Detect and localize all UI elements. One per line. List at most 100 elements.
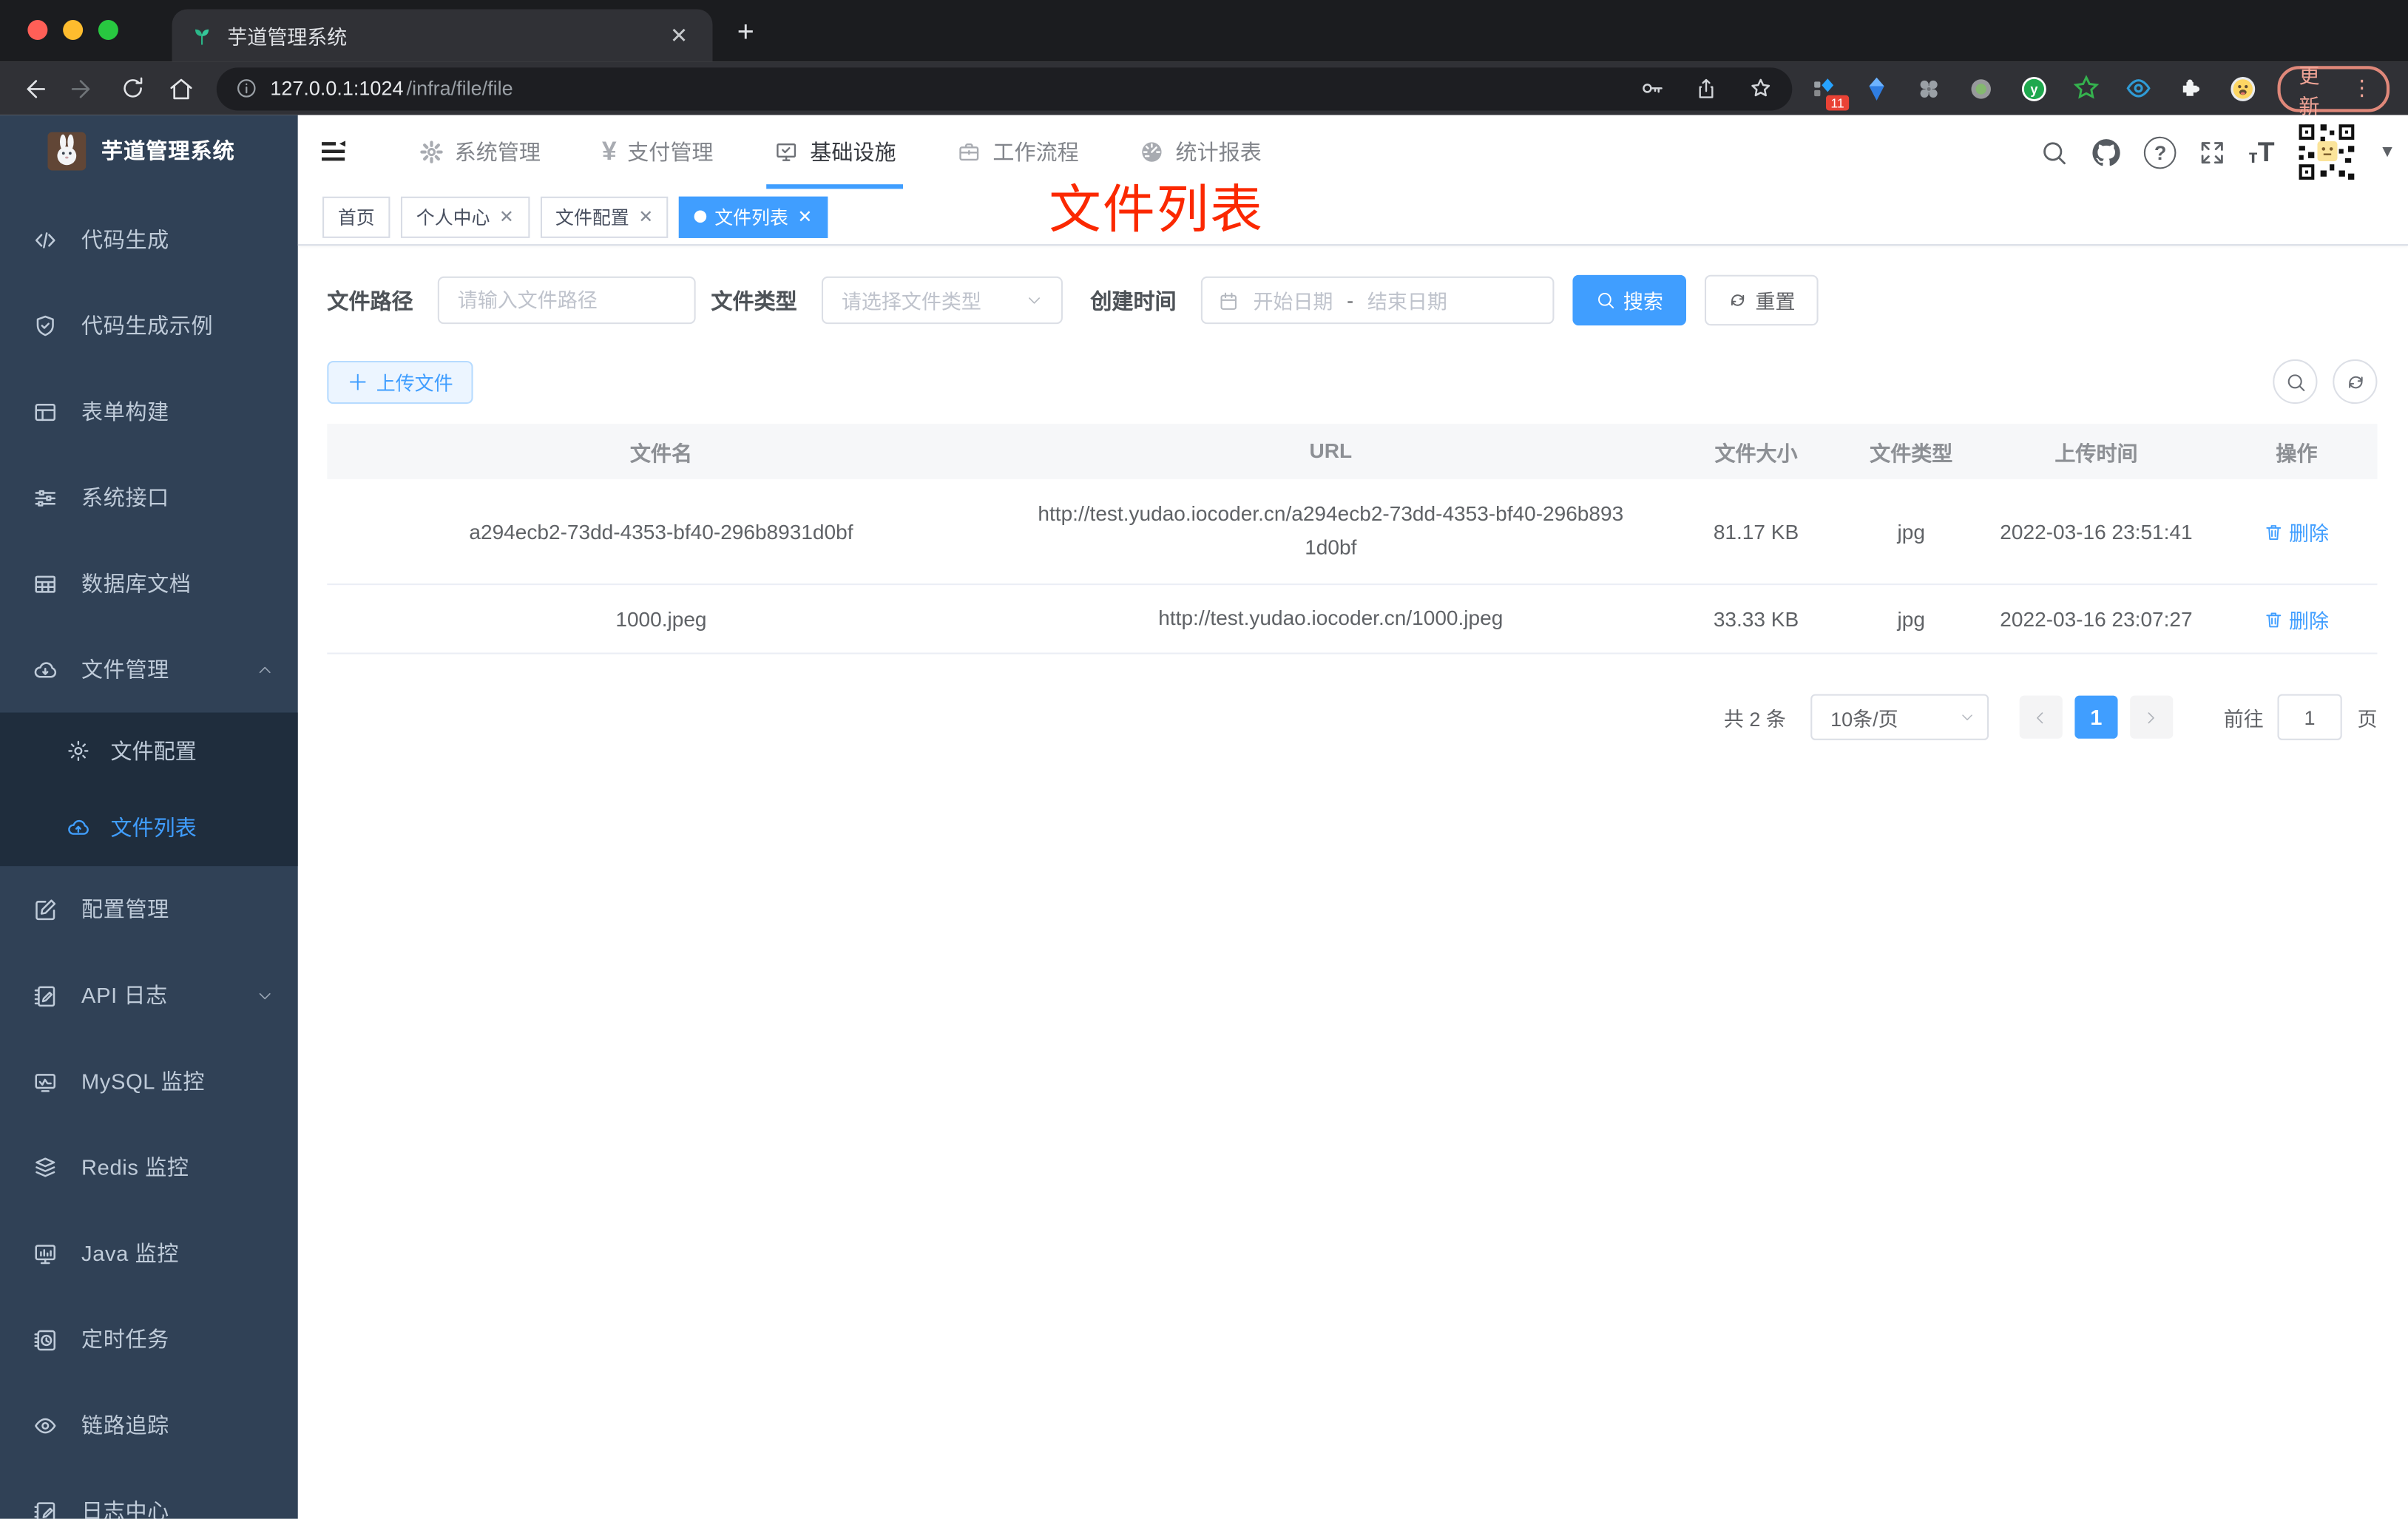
tag-profile[interactable]: 个人中心 ✕ (401, 195, 530, 237)
sidebar-item-code-example[interactable]: 代码生成示例 (0, 283, 298, 368)
extension-clover-icon[interactable] (1915, 74, 1944, 103)
sidebar-item-redis-monitor[interactable]: Redis 监控 (0, 1124, 298, 1210)
cell-url: http://test.yudao.iocoder.cn/1000.jpeg (1158, 606, 1504, 630)
monitor-check-icon (775, 140, 799, 164)
sidebar-item-db-doc[interactable]: 数据库文档 (0, 541, 298, 626)
browser-menu-icon[interactable]: ⋮ (2351, 75, 2373, 101)
doc-edit-icon (34, 985, 55, 1007)
extension-eye-icon[interactable] (2124, 74, 2153, 103)
extension-y-icon[interactable]: y (2019, 74, 2048, 103)
sidebar-item-scheduled-tasks[interactable]: 定时任务 (0, 1296, 298, 1382)
nav-item-workflow[interactable]: 工作流程 (927, 115, 1109, 189)
col-header-filename: 文件名 (629, 442, 692, 466)
extension-circle-icon[interactable] (1967, 74, 1996, 103)
site-info-icon[interactable] (235, 77, 258, 100)
sidebar-collapse-icon[interactable] (318, 137, 349, 168)
share-icon[interactable] (1694, 76, 1718, 101)
nav-item-infrastructure[interactable]: 基础设施 (744, 115, 927, 189)
create-time-label: 创建时间 (1090, 288, 1177, 313)
refresh-table-button[interactable] (2333, 359, 2378, 405)
tags-view-bar: 首页 个人中心 ✕ 文件配置 ✕ 文件列表 ✕ (297, 189, 2408, 246)
sidebar-item-form-builder[interactable]: 表单构建 (0, 368, 298, 454)
tag-close-icon[interactable]: ✕ (638, 206, 653, 227)
zoom-window-button[interactable] (98, 19, 118, 40)
new-tab-button[interactable]: + (737, 17, 754, 51)
form-table-icon (35, 402, 56, 421)
nav-item-system[interactable]: 系统管理 (388, 115, 571, 189)
cell-type: jpg (1897, 607, 1925, 631)
sidebar-item-api-log[interactable]: API 日志 (0, 952, 298, 1038)
cell-upload-time: 2022-03-16 23:07:27 (2000, 607, 2193, 631)
back-icon[interactable] (18, 75, 48, 102)
reload-icon[interactable] (118, 75, 147, 101)
prev-page-button[interactable] (2019, 695, 2063, 739)
tag-close-icon[interactable]: ✕ (797, 206, 812, 227)
sidebar-item-file-management[interactable]: 文件管理 (0, 626, 298, 712)
file-type-label: 文件类型 (711, 288, 797, 313)
sidebar-item-file-list[interactable]: 文件列表 (0, 789, 298, 866)
next-page-button[interactable] (2130, 695, 2174, 739)
tag-file-list[interactable]: 文件列表 ✕ (679, 195, 828, 237)
svg-text:y: y (2030, 81, 2037, 96)
extension-emoji-icon[interactable] (2228, 74, 2257, 103)
nav-item-payment[interactable]: ¥ 支付管理 (571, 115, 744, 189)
date-end-placeholder[interactable]: 结束日期 (1367, 285, 1447, 314)
upload-file-button[interactable]: ＋ 上传文件 (327, 359, 473, 404)
delete-button[interactable]: 删除 (2265, 604, 2329, 633)
avatar-caret-icon[interactable]: ▼ (2379, 143, 2396, 161)
sidebar-item-system-api[interactable]: 系统接口 (0, 455, 298, 541)
sidebar-item-log-center[interactable]: 日志中心 (0, 1468, 298, 1519)
goto-page-input[interactable] (2277, 694, 2342, 740)
col-header-actions: 操作 (2276, 442, 2318, 466)
minimize-window-button[interactable] (63, 19, 84, 40)
sidebar-item-java-monitor[interactable]: Java 监控 (0, 1210, 298, 1296)
date-start-placeholder[interactable]: 开始日期 (1253, 285, 1333, 314)
cell-filename: 1000.jpeg (615, 607, 707, 631)
file-type-select[interactable]: 请选择文件类型 (821, 276, 1063, 325)
tab-close-icon[interactable]: ✕ (664, 22, 694, 48)
tag-close-icon[interactable]: ✕ (499, 206, 514, 227)
briefcase-icon (958, 140, 982, 164)
delete-button[interactable]: 删除 (2265, 517, 2329, 546)
trash-icon (2267, 612, 2282, 627)
col-header-type: 文件类型 (1870, 442, 1953, 466)
sidebar-item-code-generation[interactable]: 代码生成 (0, 197, 298, 283)
browser-tab[interactable]: 芋道管理系统 ✕ (172, 9, 713, 62)
avatar[interactable] (2296, 121, 2358, 183)
extension-puzzle-icon[interactable] (2176, 74, 2205, 103)
page-number-button[interactable]: 1 (2074, 695, 2118, 739)
forward-icon[interactable] (68, 75, 98, 102)
bookmark-star-icon[interactable] (1748, 75, 1773, 101)
close-window-button[interactable] (27, 19, 48, 40)
extension-gem-icon[interactable] (1863, 74, 1892, 103)
sidebar-item-trace[interactable]: 链路追踪 (0, 1382, 298, 1468)
password-key-icon[interactable] (1638, 75, 1664, 101)
window-controls[interactable] (27, 19, 118, 40)
sidebar-item-mysql-monitor[interactable]: MySQL 监控 (0, 1038, 298, 1124)
extension-tag-icon[interactable]: 11 (1810, 74, 1849, 111)
search-icon[interactable] (2040, 138, 2069, 166)
sidebar-item-file-config[interactable]: 文件配置 (0, 713, 298, 790)
extension-star-icon[interactable] (2072, 74, 2100, 103)
date-range-picker[interactable]: 开始日期 - 结束日期 (1200, 276, 1555, 325)
page-size-select[interactable]: 10条/页 (1810, 694, 1989, 740)
reset-button[interactable]: 重置 (1704, 274, 1819, 326)
font-size-icon[interactable]: тT (2248, 138, 2274, 166)
nav-item-report[interactable]: 统计报表 (1109, 115, 1292, 189)
browser-update-button[interactable]: 更新 ⋮ (2277, 64, 2390, 118)
url-bar[interactable]: 127.0.0.1:1024/infra/file/file (216, 67, 1793, 110)
show-search-toggle-button[interactable] (2273, 359, 2318, 405)
sidebar-menu: 代码生成 代码生成示例 表单构建 系统接口 数据库文档 文件管理 文件配置 文件… (0, 197, 298, 1519)
search-button[interactable]: 搜索 (1572, 274, 1687, 326)
sidebar-item-config-management[interactable]: 配置管理 (0, 866, 298, 952)
home-icon[interactable] (167, 75, 197, 102)
github-icon[interactable] (2091, 136, 2123, 169)
sidebar-logo[interactable]: 芋道管理系统 (0, 115, 298, 186)
help-icon[interactable]: ? (2144, 135, 2177, 169)
tag-file-config[interactable]: 文件配置 ✕ (540, 195, 669, 237)
tag-home[interactable]: 首页 (322, 195, 390, 237)
file-path-input[interactable] (437, 276, 696, 325)
date-separator: - (1347, 288, 1354, 312)
url-path: /infra/file/file (406, 76, 513, 100)
fullscreen-icon[interactable] (2198, 138, 2227, 166)
